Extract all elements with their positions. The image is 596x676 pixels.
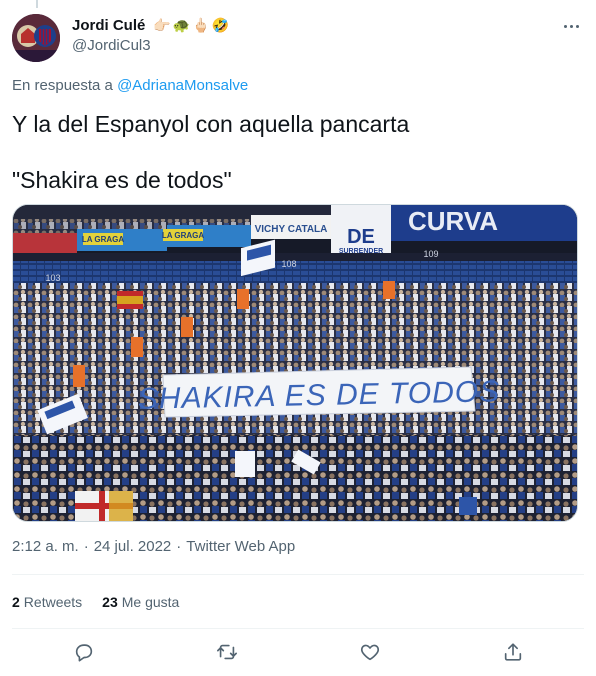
tweet-body: Y la del Espanyol con aquella pancarta "… bbox=[12, 110, 582, 194]
de-sign-text: DE bbox=[347, 226, 375, 248]
more-dots-icon bbox=[563, 24, 567, 28]
divider bbox=[12, 628, 584, 629]
share-button[interactable] bbox=[496, 637, 530, 667]
retweet-icon bbox=[216, 644, 237, 660]
separator-dot: · bbox=[176, 538, 182, 555]
retweets-count: 2 bbox=[12, 594, 20, 610]
author-display-name[interactable]: Jordi Culé bbox=[72, 17, 145, 34]
tweet-source[interactable]: Twitter Web App bbox=[186, 538, 295, 555]
likes-stat[interactable]: 23 Me gusta bbox=[102, 594, 179, 610]
laughing-emoji: 🤣 bbox=[211, 16, 230, 33]
section-103: 103 bbox=[45, 273, 60, 283]
author-handle[interactable]: @JordiCul3 bbox=[72, 37, 229, 54]
separator-dot: · bbox=[83, 538, 89, 555]
tweet-time[interactable]: 2:12 a. m. bbox=[12, 538, 79, 555]
divider bbox=[12, 574, 584, 575]
tweet-metadata: 2:12 a. m. · 24 jul. 2022 · Twitter Web … bbox=[12, 538, 295, 555]
reply-bubble-icon bbox=[75, 644, 92, 662]
curva-banner-text: CURVA bbox=[408, 206, 498, 236]
thread-connector-line bbox=[36, 0, 38, 8]
reply-context: En respuesta a @AdrianaMonsalve bbox=[12, 77, 248, 94]
likes-label: Me gusta bbox=[121, 594, 180, 610]
tweet-text-line-1: Y la del Espanyol con aquella pancarta bbox=[12, 111, 410, 137]
likes-count: 23 bbox=[102, 594, 118, 610]
retweets-stat[interactable]: 2 Retweets bbox=[12, 594, 82, 610]
display-name-emojis: 👉🏻 🐢 🖕🏻 🤣 bbox=[153, 17, 229, 34]
tweet-date[interactable]: 24 jul. 2022 bbox=[94, 538, 172, 555]
more-options-button[interactable] bbox=[558, 16, 584, 36]
tweet-actions bbox=[12, 637, 584, 667]
ad-board-graga-2: LA GRAGA bbox=[162, 231, 205, 240]
reply-to-link[interactable]: @AdrianaMonsalve bbox=[117, 77, 248, 94]
tweet-text-line-2: "Shakira es de todos" bbox=[12, 167, 232, 193]
retweet-button[interactable] bbox=[210, 637, 244, 667]
section-108: 108 bbox=[281, 259, 296, 269]
reply-button[interactable] bbox=[67, 637, 101, 667]
tweet-header: Jordi Culé 👉🏻 🐢 🖕🏻 🤣 @JordiCul3 bbox=[12, 12, 584, 62]
pointing-hand-emoji: 👉🏻 bbox=[153, 16, 171, 33]
avatar[interactable] bbox=[12, 14, 60, 62]
tweet-photo[interactable]: VICHY CATALA LA GRAGA LA GRAGA CURVA DE … bbox=[12, 204, 578, 522]
share-upload-icon bbox=[504, 643, 521, 661]
like-button[interactable] bbox=[353, 637, 387, 667]
engagement-stats: 2 Retweets 23 Me gusta bbox=[12, 589, 179, 615]
retweets-label: Retweets bbox=[23, 594, 83, 610]
ad-board-graga-1: LA GRAGA bbox=[82, 235, 125, 244]
middle-finger-emoji: 🖕🏻 bbox=[192, 16, 210, 33]
section-109: 109 bbox=[423, 249, 438, 259]
ad-board-vichy: VICHY CATALA bbox=[255, 224, 328, 235]
heart-icon bbox=[360, 644, 379, 661]
reply-prefix: En respuesta a bbox=[12, 77, 113, 94]
turtle-emoji: 🐢 bbox=[172, 16, 191, 33]
